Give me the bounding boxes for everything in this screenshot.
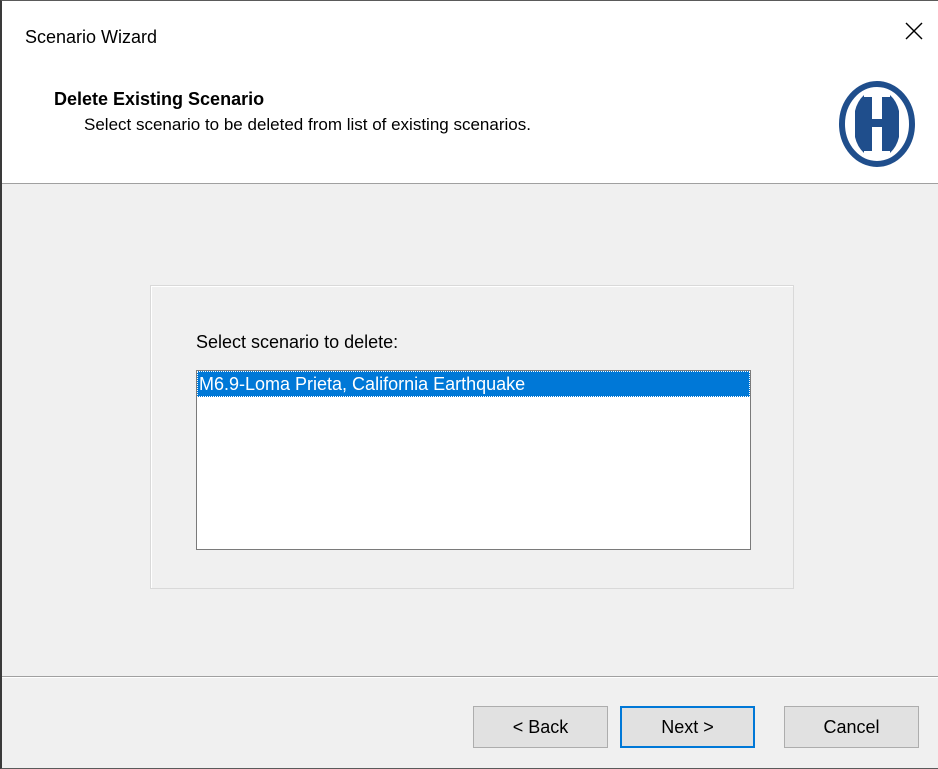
page-title: Delete Existing Scenario — [54, 89, 265, 109]
scenario-list-label: Select scenario to delete: — [196, 332, 399, 352]
next-button[interactable]: Next > — [620, 706, 755, 748]
hazus-h-logo-icon — [839, 81, 915, 167]
title-bar: Scenario Wizard — [2, 1, 938, 59]
scenario-selection-panel: Select scenario to delete: M6.9-Loma Pri… — [150, 285, 794, 589]
close-button[interactable] — [894, 13, 934, 49]
scenario-wizard-window: Scenario Wizard Delete Existing Scenario… — [0, 0, 938, 769]
scenario-listbox[interactable]: M6.9-Loma Prieta, California Earthquake — [196, 370, 751, 550]
footer-divider-highlight — [2, 677, 938, 678]
wizard-header: Delete Existing Scenario Select scenario… — [2, 59, 938, 184]
close-icon — [905, 22, 923, 40]
back-button[interactable]: < Back — [473, 706, 608, 748]
cancel-button[interactable]: Cancel — [784, 706, 919, 748]
page-subtitle: Select scenario to be deleted from list … — [84, 115, 531, 134]
window-title: Scenario Wizard — [25, 27, 158, 47]
scenario-list-item[interactable]: M6.9-Loma Prieta, California Earthquake — [197, 371, 750, 397]
